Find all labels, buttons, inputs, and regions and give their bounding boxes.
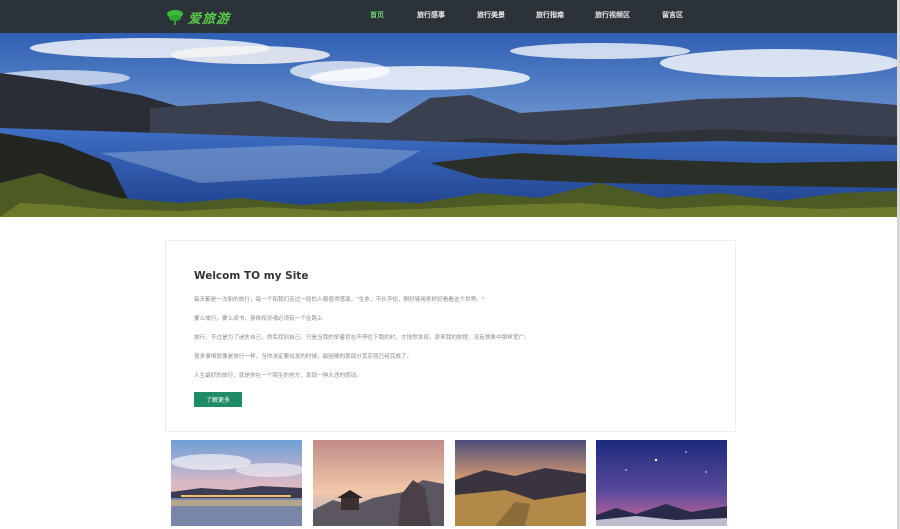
thumbnail-night-sky[interactable]	[596, 440, 727, 526]
intro-card: Welcom TO my Site 每天都是一次新的旅行，每一个和我们走过一段的…	[165, 240, 736, 432]
nav-link-stories[interactable]: 旅行感事	[417, 10, 445, 20]
thumbnail-mountain-temple[interactable]	[313, 440, 444, 526]
intro-title: Welcom TO my Site	[194, 270, 309, 282]
nav-link-home[interactable]: 首页	[370, 10, 384, 20]
nav-links: 首页 旅行感事 旅行美景 旅行指南 旅行视频区 留言区	[0, 0, 900, 33]
thumbnail-lake-sunset[interactable]	[171, 440, 302, 526]
nav-link-messages[interactable]: 留言区	[662, 10, 683, 20]
thumbnail-valley[interactable]	[455, 440, 586, 526]
intro-paragraph: 很多事情就像是旅行一样，当你决定要出发的时候，最困难的那部分其实就已经完成了。	[194, 354, 413, 360]
nav-link-videos[interactable]: 旅行视频区	[595, 10, 630, 20]
nav-link-scenery[interactable]: 旅行美景	[477, 10, 505, 20]
intro-paragraph: 旅行，不过是为了迷失自己，然后找到自己。只是当我的举着背包不停往下跑的时，才恍然…	[194, 335, 530, 341]
learn-more-button[interactable]: 了解更多	[194, 392, 242, 407]
nav-link-guide[interactable]: 旅行指南	[536, 10, 564, 20]
top-nav: 爱旅游 首页 旅行感事 旅行美景 旅行指南 旅行视频区 留言区	[0, 0, 900, 33]
intro-paragraph: 每天都是一次新的旅行，每一个和我们走过一段的人都值得感激。"生命，不长不短，刚好…	[194, 297, 485, 303]
intro-paragraph: 要么旅行，要么读书，身体和灵魂必须有一个在路上	[194, 316, 323, 322]
hero-banner	[0, 33, 897, 217]
intro-paragraph: 人生最好的旅行，就是你在一个陌生的地方，发现一种久违的感动。	[194, 373, 362, 379]
